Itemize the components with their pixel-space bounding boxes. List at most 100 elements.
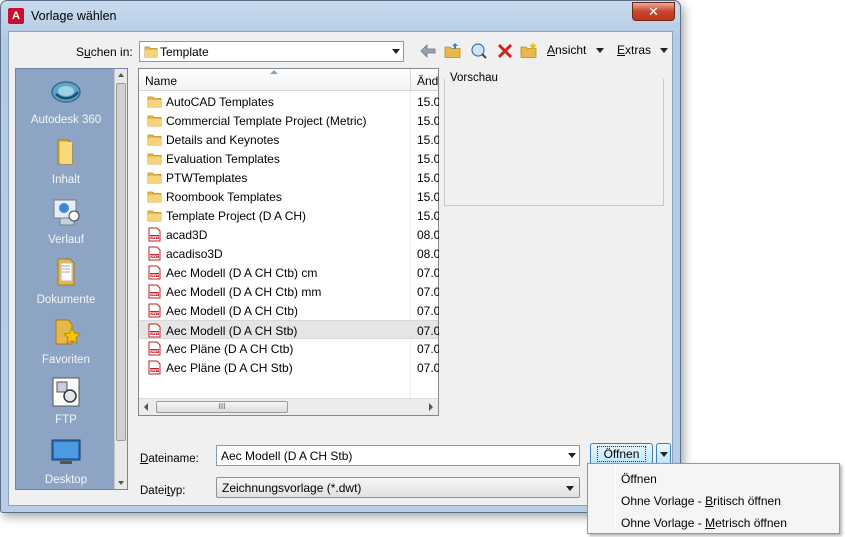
view-menu-chevron-icon[interactable] <box>596 48 604 53</box>
open-button-label: Öffnen <box>596 446 647 462</box>
column-header-name[interactable]: Name <box>145 74 177 88</box>
file-row[interactable]: DWT Aec Pläne (D A CH Stb) 07.0 <box>139 358 439 377</box>
file-row[interactable]: DWT Aec Modell (D A CH Stb) 07.0 <box>139 320 439 339</box>
tools-menu[interactable]: Extras <box>617 43 651 57</box>
template-dialog-window: A Vorlage wählen ✕ Suchen in: Template A… <box>0 0 681 513</box>
menu-gutter <box>615 466 616 531</box>
dwt-file-icon: DWT <box>147 341 162 356</box>
place-autodesk-360[interactable]: Autodesk 360 <box>16 76 116 126</box>
scroll-up-icon[interactable] <box>118 73 124 77</box>
file-row-date: 07.0 <box>417 266 439 280</box>
menu-item-open-metric[interactable]: Ohne Vorlage - Metrisch öffnen <box>621 516 787 530</box>
scroll-down-icon[interactable] <box>118 481 124 485</box>
tools-menu-chevron-icon[interactable] <box>660 48 668 53</box>
filename-value[interactable]: Aec Modell (D A CH Stb) <box>221 449 352 463</box>
place-label: Autodesk 360 <box>30 114 102 126</box>
chevron-down-icon[interactable] <box>568 452 576 458</box>
chevron-down-icon <box>660 452 668 457</box>
file-row-date: 15.0 <box>417 171 439 185</box>
open-button[interactable]: Öffnen <box>590 443 653 465</box>
file-row[interactable]: Details and Keynotes 15.0 <box>139 130 439 149</box>
file-row[interactable]: DWT acad3D 08.0 <box>139 225 439 244</box>
close-button[interactable]: ✕ <box>632 2 675 21</box>
place-label: Verlauf <box>48 234 84 246</box>
lookin-label: Suchen in: <box>76 45 133 59</box>
dwt-file-icon: DWT <box>147 246 162 261</box>
dialog-client-area: Suchen in: Template Ansicht Extras Autod… <box>8 31 673 506</box>
file-row-date: 15.0 <box>417 190 439 204</box>
file-row[interactable]: Commercial Template Project (Metric) 15.0 <box>139 111 439 130</box>
file-row-name: Evaluation Templates <box>166 152 280 166</box>
filetype-select[interactable]: Zeichnungsvorlage (*.dwt) <box>216 477 580 498</box>
place-dokumente[interactable]: Dokumente <box>16 256 116 306</box>
file-row-date: 07.0 <box>417 324 439 338</box>
file-row-date: 15.0 <box>417 114 439 128</box>
places-bar: Autodesk 360 Inhalt Verlauf Dokumente Fa… <box>15 68 128 490</box>
file-row-date: 08.0 <box>417 228 439 242</box>
folder-icon <box>50 136 82 168</box>
place-inhalt[interactable]: Inhalt <box>16 136 116 186</box>
file-row-date: 15.0 <box>417 209 439 223</box>
filename-input[interactable]: Aec Modell (D A CH Stb) <box>216 445 580 466</box>
place-ftp[interactable]: FTP <box>16 376 116 426</box>
title-bar[interactable]: A Vorlage wählen ✕ <box>1 1 680 31</box>
file-row-date: 07.0 <box>417 342 439 356</box>
filetype-value: Zeichnungsvorlage (*.dwt) <box>222 481 362 495</box>
file-row-name: AutoCAD Templates <box>166 95 274 109</box>
menu-item-open-imperial[interactable]: Ohne Vorlage - Britisch öffnen <box>621 494 781 508</box>
back-arrow-icon[interactable] <box>419 42 437 60</box>
file-list-hscrollbar[interactable]: III <box>139 398 438 415</box>
dwt-file-icon: DWT <box>147 284 162 299</box>
folder-icon <box>147 208 162 223</box>
hscroll-thumb[interactable]: III <box>156 401 288 413</box>
delete-icon[interactable] <box>496 42 514 60</box>
scroll-right-icon[interactable] <box>429 403 433 411</box>
column-header-date[interactable]: Änd <box>417 74 438 88</box>
folder-icon <box>147 113 162 128</box>
view-menu[interactable]: Ansicht <box>547 43 586 57</box>
file-row[interactable]: DWT Aec Modell (D A CH Ctb) 07.0 <box>139 301 439 320</box>
place-label: Favoriten <box>42 354 90 366</box>
open-options-dropdown-button[interactable] <box>656 443 671 465</box>
file-row[interactable]: DWT acadiso3D 08.0 <box>139 244 439 263</box>
folder-icon <box>147 94 162 109</box>
file-row-name: acadiso3D <box>166 247 223 261</box>
search-web-icon[interactable] <box>470 42 488 60</box>
filetype-label: Dateityp: <box>140 485 186 497</box>
file-row[interactable]: Roombook Templates 15.0 <box>139 187 439 206</box>
file-row-date: 15.0 <box>417 152 439 166</box>
places-scrollbar[interactable] <box>114 69 127 489</box>
file-row[interactable]: Template Project (D A CH) 15.0 <box>139 206 439 225</box>
new-folder-icon[interactable] <box>520 42 538 60</box>
file-row-name: Commercial Template Project (Metric) <box>166 114 367 128</box>
file-list[interactable]: Name Änd AutoCAD Templates 15.0 Commercial… <box>138 68 439 416</box>
svg-text:DWT: DWT <box>150 331 160 335</box>
file-row[interactable]: Evaluation Templates 15.0 <box>139 149 439 168</box>
svg-text:DWT: DWT <box>150 235 160 239</box>
chevron-down-icon <box>392 48 400 54</box>
place-verlauf[interactable]: Verlauf <box>16 196 116 246</box>
folder-icon <box>147 132 162 147</box>
file-row[interactable]: DWT Aec Modell (D A CH Ctb) mm 07.0 <box>139 282 439 301</box>
file-row[interactable]: DWT Aec Modell (D A CH Ctb) cm 07.0 <box>139 263 439 282</box>
lookin-combo[interactable]: Template <box>139 41 404 62</box>
file-row[interactable]: AutoCAD Templates 15.0 <box>139 92 439 111</box>
place-favoriten[interactable]: Favoriten <box>16 316 116 366</box>
dwt-file-icon: DWT <box>147 265 162 280</box>
up-folder-icon[interactable] <box>444 42 462 60</box>
file-row-name: Aec Pläne (D A CH Ctb) <box>166 342 294 356</box>
file-row-name: Aec Modell (D A CH Ctb) cm <box>166 266 318 280</box>
scroll-left-icon[interactable] <box>144 403 148 411</box>
column-separator[interactable] <box>410 69 411 91</box>
places-scroll-thumb[interactable] <box>116 83 126 441</box>
file-row[interactable]: PTWTemplates 15.0 <box>139 168 439 187</box>
folder-icon <box>147 189 162 204</box>
file-row-name: Template Project (D A CH) <box>166 209 307 223</box>
file-row-name: Details and Keynotes <box>166 133 280 147</box>
place-desktop[interactable]: Desktop <box>16 436 116 486</box>
sort-ascending-icon <box>270 70 278 74</box>
dwt-file-icon: DWT <box>147 303 162 318</box>
menu-item-open[interactable]: Öffnen <box>621 472 657 486</box>
file-row-date: 07.0 <box>417 285 439 299</box>
file-row[interactable]: DWT Aec Pläne (D A CH Ctb) 07.0 <box>139 339 439 358</box>
